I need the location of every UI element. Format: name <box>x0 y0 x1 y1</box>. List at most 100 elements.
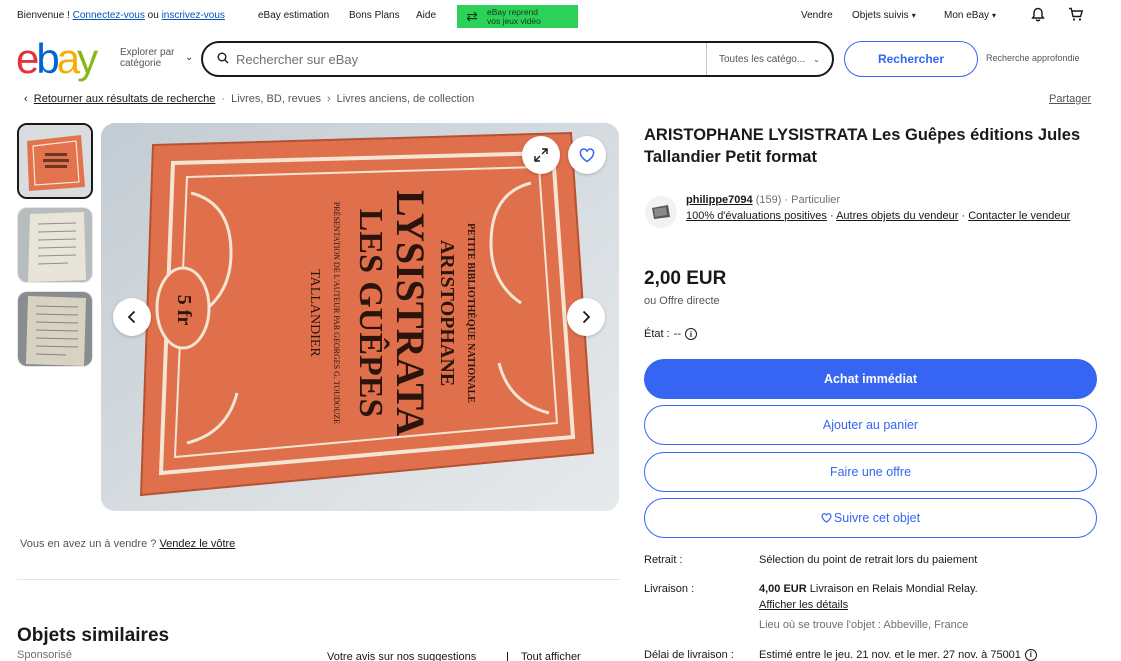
sell-yours-link[interactable]: Vendez le vôtre <box>159 538 235 550</box>
chevron-down-icon: ⌄ <box>813 54 820 64</box>
watchlist-menu[interactable]: Objets suivis ▾ <box>852 10 916 21</box>
seller-type: · Particulier <box>784 194 841 206</box>
seller-avatar[interactable] <box>645 196 677 228</box>
sell-prompt: Vous en avez un à vendre ? Vendez le vôt… <box>20 538 236 550</box>
sponsored-label: Sponsorisé <box>17 649 73 661</box>
similar-items-heading: Objets similaires <box>17 625 170 646</box>
chevron-down-icon[interactable]: ⌄ <box>185 52 193 63</box>
seller-name-link[interactable]: philippe7094 <box>686 194 753 206</box>
shipping-price: 4,00 EUR <box>759 583 807 595</box>
promo-line-2: vos jeux vidéo <box>487 15 541 26</box>
contact-seller-link[interactable]: Contacter le vendeur <box>968 210 1070 222</box>
search-bar: Toutes les catégo...⌄ <box>201 41 834 77</box>
heart-icon <box>821 513 832 523</box>
book-cover-thumbnail <box>19 125 91 197</box>
delivery-delay-row: Estimé entre le jeu. 21 nov. et le mer. … <box>759 647 1037 661</box>
thumbnail-3[interactable] <box>17 291 93 367</box>
search-button[interactable]: Rechercher <box>844 41 978 77</box>
breadcrumb-antique-books[interactable]: Livres anciens, de collection <box>337 93 475 105</box>
add-to-cart-button[interactable]: Ajouter au panier <box>644 405 1097 445</box>
advanced-search-link[interactable]: Recherche approfondie <box>986 53 1080 63</box>
cover-title-2: LES GUÊPES <box>352 208 389 418</box>
breadcrumb-separator: · <box>221 93 226 105</box>
pickup-value: Sélection du point de retrait lors du pa… <box>759 554 978 566</box>
watch-item-label: Suivre cet objet <box>833 511 921 525</box>
see-all-link[interactable]: Tout afficher <box>521 651 581 661</box>
buy-now-button[interactable]: Achat immédiat <box>644 359 1097 399</box>
delivery-delay-label: Délai de livraison : <box>644 649 734 661</box>
sign-in-link[interactable]: Connectez-vous <box>73 10 145 21</box>
thumbnail-2[interactable] <box>17 207 93 283</box>
my-ebay-menu[interactable]: Mon eBay ▾ <box>944 10 996 21</box>
expand-icon <box>534 148 548 162</box>
category-select[interactable]: Toutes les catégo... ⌄ <box>706 43 832 75</box>
welcome-bar: Bienvenue ! Connectez-vous ou inscrivez-… <box>17 10 225 21</box>
watchlist-label: Objets suivis <box>852 10 909 21</box>
sell-link[interactable]: Vendre <box>801 10 833 21</box>
cart-icon[interactable] <box>1068 7 1084 25</box>
or-text: ou <box>147 10 159 21</box>
price-stamp: 5 fr <box>173 294 196 326</box>
delivery-delay-value: Estimé entre le jeu. 21 nov. et le mer. … <box>759 649 1021 661</box>
best-offer-label: ou Offre directe <box>644 295 720 307</box>
fullscreen-button[interactable] <box>522 136 560 174</box>
nav-aide[interactable]: Aide <box>416 10 436 21</box>
breadcrumb-books[interactable]: Livres, BD, revues <box>231 93 321 105</box>
shipping-description: Livraison en Relais Mondial Relay. <box>809 583 978 595</box>
chevron-right-icon <box>582 310 591 324</box>
category-explorer[interactable]: Explorer par catégorie <box>120 47 174 69</box>
cover-text: PETITE BIBLIOTHÈQUE NATIONALE ARISTOPHAN… <box>306 183 476 443</box>
nav-bons-plans[interactable]: Bons Plans <box>349 10 400 21</box>
shipping-label: Livraison : <box>644 583 695 595</box>
watch-item-button[interactable]: Suivre cet objet <box>644 498 1097 538</box>
register-link[interactable]: inscrivez-vous <box>162 10 225 21</box>
share-link[interactable]: Partager <box>1049 93 1091 105</box>
make-offer-button[interactable]: Faire une offre <box>644 452 1097 492</box>
previous-image-button[interactable] <box>113 298 151 336</box>
listing-title: ARISTOPHANE LYSISTRATA Les Guêpes éditio… <box>644 126 1081 166</box>
my-ebay-label: Mon eBay <box>944 10 990 21</box>
breadcrumb: ‹ Retourner aux résultats de recherche · L… <box>24 93 474 105</box>
chevron-down-icon: ▾ <box>911 11 916 20</box>
cover-preface: PRÉSENTATION DE L'AUTEUR PAR GEORGES G. … <box>332 201 341 425</box>
thumbnail-1[interactable] <box>17 123 93 199</box>
chevron-down-icon: ▾ <box>992 11 997 20</box>
promo-banner[interactable]: ⇄ eBay reprend vos jeux vidéo <box>457 5 578 28</box>
main-product-image[interactable]: 5 fr PETITE BIBLIOTHÈQUE NATIONALE ARIST… <box>101 123 619 511</box>
other-items-link[interactable]: Autres objets du vendeur <box>836 210 958 222</box>
condition-value: -- <box>673 328 682 340</box>
condition-row: État : -- i <box>644 328 698 340</box>
ebay-logo[interactable]: ebay <box>16 38 98 80</box>
divider <box>17 579 619 580</box>
top-bar: Bienvenue ! Connectez-vous ou inscrivez-… <box>0 0 1121 32</box>
nav-ebay-estimation[interactable]: eBay estimation <box>258 10 329 21</box>
pickup-label: Retrait : <box>644 554 683 566</box>
item-location: Lieu où se trouve l'objet : Abbeville, F… <box>759 619 969 631</box>
seller-info: philippe7094 (159) · Particulier 100% d'… <box>686 194 1071 222</box>
positive-feedback-link[interactable]: 100% d'évaluations positives <box>686 210 827 222</box>
cover-title-1: LYSISTRATA <box>388 189 433 437</box>
page-thumbnail <box>18 208 92 282</box>
bell-icon[interactable] <box>1031 7 1045 25</box>
divider <box>507 652 508 661</box>
welcome-text: Bienvenue ! <box>17 10 70 21</box>
shipping-value: 4,00 EUR Livraison en Relais Mondial Rel… <box>759 581 978 633</box>
page-thumbnail <box>18 292 92 366</box>
cover-author: ARISTOPHANE <box>436 239 458 387</box>
next-image-button[interactable] <box>567 298 605 336</box>
chevron-right-icon: › <box>326 93 331 105</box>
item-price: 2,00 EUR <box>644 268 727 289</box>
watch-heart-button[interactable] <box>568 136 606 174</box>
info-icon[interactable]: i <box>1024 649 1037 661</box>
condition-label: État : <box>644 328 670 340</box>
shipping-details-link[interactable]: Afficher les détails <box>759 597 978 613</box>
search-icon <box>217 52 229 64</box>
search-input[interactable] <box>236 50 696 68</box>
seller-feedback-count: (159) <box>755 194 782 206</box>
cover-publisher: TALLANDIER <box>307 269 322 357</box>
back-to-results-link[interactable]: Retourner aux résultats de recherche <box>34 93 216 105</box>
info-icon[interactable]: i <box>685 328 698 340</box>
suggestions-feedback-link[interactable]: Votre avis sur nos suggestions <box>327 651 476 661</box>
chevron-left-icon[interactable]: ‹ <box>24 93 28 105</box>
heart-icon <box>579 147 595 162</box>
